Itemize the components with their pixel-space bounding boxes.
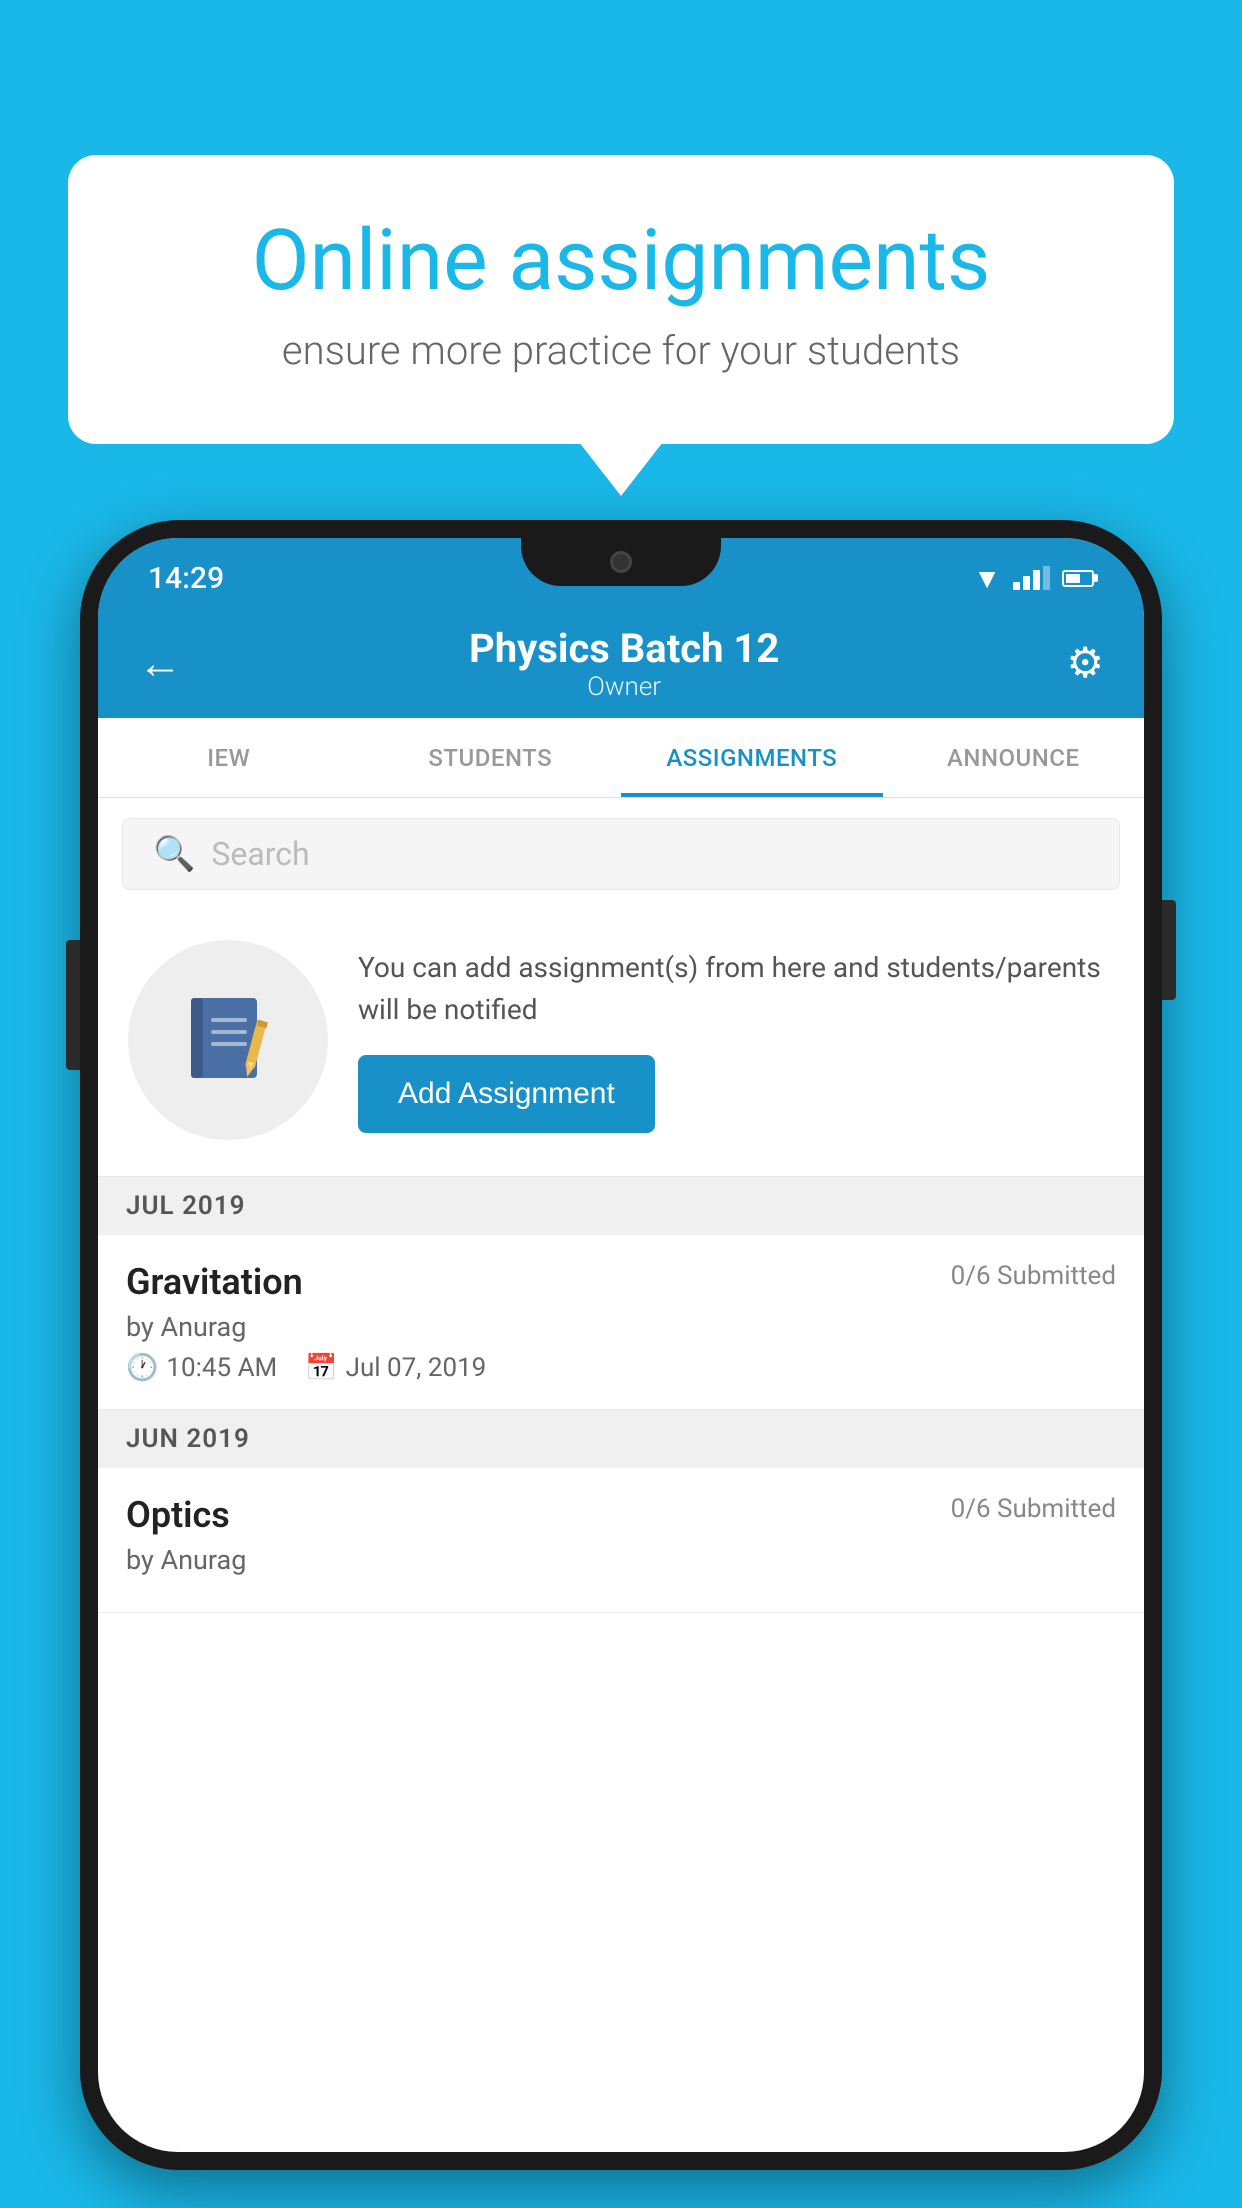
promo-text-area: You can add assignment(s) from here and … bbox=[358, 947, 1114, 1133]
search-container: 🔍 Search bbox=[98, 798, 1144, 910]
app-header: ← Physics Batch 12 Owner ⚙ bbox=[98, 608, 1144, 718]
assignment-row-optics: Optics 0/6 Submitted bbox=[126, 1494, 1116, 1536]
settings-button[interactable]: ⚙ bbox=[1066, 638, 1104, 688]
assignment-author: by Anurag bbox=[126, 1311, 1116, 1343]
search-bar[interactable]: 🔍 Search bbox=[122, 818, 1120, 890]
speech-bubble: Online assignments ensure more practice … bbox=[68, 155, 1174, 444]
camera-notch bbox=[610, 551, 632, 573]
assignment-date-meta: 📅 Jul 07, 2019 bbox=[305, 1353, 486, 1383]
status-time: 14:29 bbox=[148, 561, 224, 596]
search-placeholder: Search bbox=[211, 835, 309, 873]
battery-icon bbox=[1062, 570, 1094, 587]
assignment-submitted-optics: 0/6 Submitted bbox=[951, 1494, 1116, 1524]
speech-bubble-title: Online assignments bbox=[148, 215, 1094, 307]
section-header-jun: JUN 2019 bbox=[98, 1410, 1144, 1468]
tabs-bar: IEW STUDENTS ASSIGNMENTS ANNOUNCE bbox=[98, 718, 1144, 798]
assignment-author-optics: by Anurag bbox=[126, 1544, 1116, 1576]
promo-description: You can add assignment(s) from here and … bbox=[358, 947, 1114, 1031]
header-center: Physics Batch 12 Owner bbox=[469, 625, 779, 702]
phone-screen: 14:29 ▼ bbox=[98, 538, 1144, 2152]
tab-assignments[interactable]: ASSIGNMENTS bbox=[621, 718, 883, 797]
section-header-jul: JUL 2019 bbox=[98, 1177, 1144, 1235]
tab-students[interactable]: STUDENTS bbox=[360, 718, 622, 797]
calendar-icon: 📅 bbox=[305, 1353, 337, 1383]
phone-device: 14:29 ▼ bbox=[80, 520, 1162, 2170]
tab-announcements[interactable]: ANNOUNCE bbox=[883, 718, 1145, 797]
add-assignment-button[interactable]: Add Assignment bbox=[358, 1055, 655, 1133]
clock-icon: 🕐 bbox=[126, 1353, 158, 1383]
assignment-item-gravitation[interactable]: Gravitation 0/6 Submitted by Anurag 🕐 10… bbox=[98, 1235, 1144, 1410]
assignment-time-meta: 🕐 10:45 AM bbox=[126, 1353, 277, 1383]
assignment-name-optics: Optics bbox=[126, 1494, 230, 1536]
assignment-row: Gravitation 0/6 Submitted bbox=[126, 1261, 1116, 1303]
assignment-item-optics[interactable]: Optics 0/6 Submitted by Anurag bbox=[98, 1468, 1144, 1613]
speech-bubble-subtitle: ensure more practice for your students bbox=[148, 327, 1094, 374]
status-icons: ▼ bbox=[973, 562, 1094, 595]
assignment-date: Jul 07, 2019 bbox=[346, 1353, 487, 1383]
speech-bubble-section: Online assignments ensure more practice … bbox=[68, 155, 1174, 444]
back-button[interactable]: ← bbox=[138, 641, 182, 685]
notebook-svg-icon bbox=[183, 990, 273, 1090]
assignment-submitted: 0/6 Submitted bbox=[951, 1261, 1116, 1291]
assignment-name: Gravitation bbox=[126, 1261, 303, 1303]
phone-notch bbox=[521, 538, 721, 586]
signal-icon bbox=[1013, 566, 1050, 590]
header-title: Physics Batch 12 bbox=[469, 625, 779, 672]
wifi-icon: ▼ bbox=[973, 562, 1001, 595]
screen-content: 🔍 Search bbox=[98, 798, 1144, 2152]
assignment-time: 10:45 AM bbox=[166, 1353, 277, 1383]
header-subtitle: Owner bbox=[469, 672, 779, 702]
tab-iew[interactable]: IEW bbox=[98, 718, 360, 797]
add-assignment-promo: You can add assignment(s) from here and … bbox=[98, 910, 1144, 1177]
search-icon: 🔍 bbox=[153, 834, 195, 874]
assignment-meta: 🕐 10:45 AM 📅 Jul 07, 2019 bbox=[126, 1353, 1116, 1383]
assignment-icon-circle bbox=[128, 940, 328, 1140]
phone-outer-shell: 14:29 ▼ bbox=[80, 520, 1162, 2170]
